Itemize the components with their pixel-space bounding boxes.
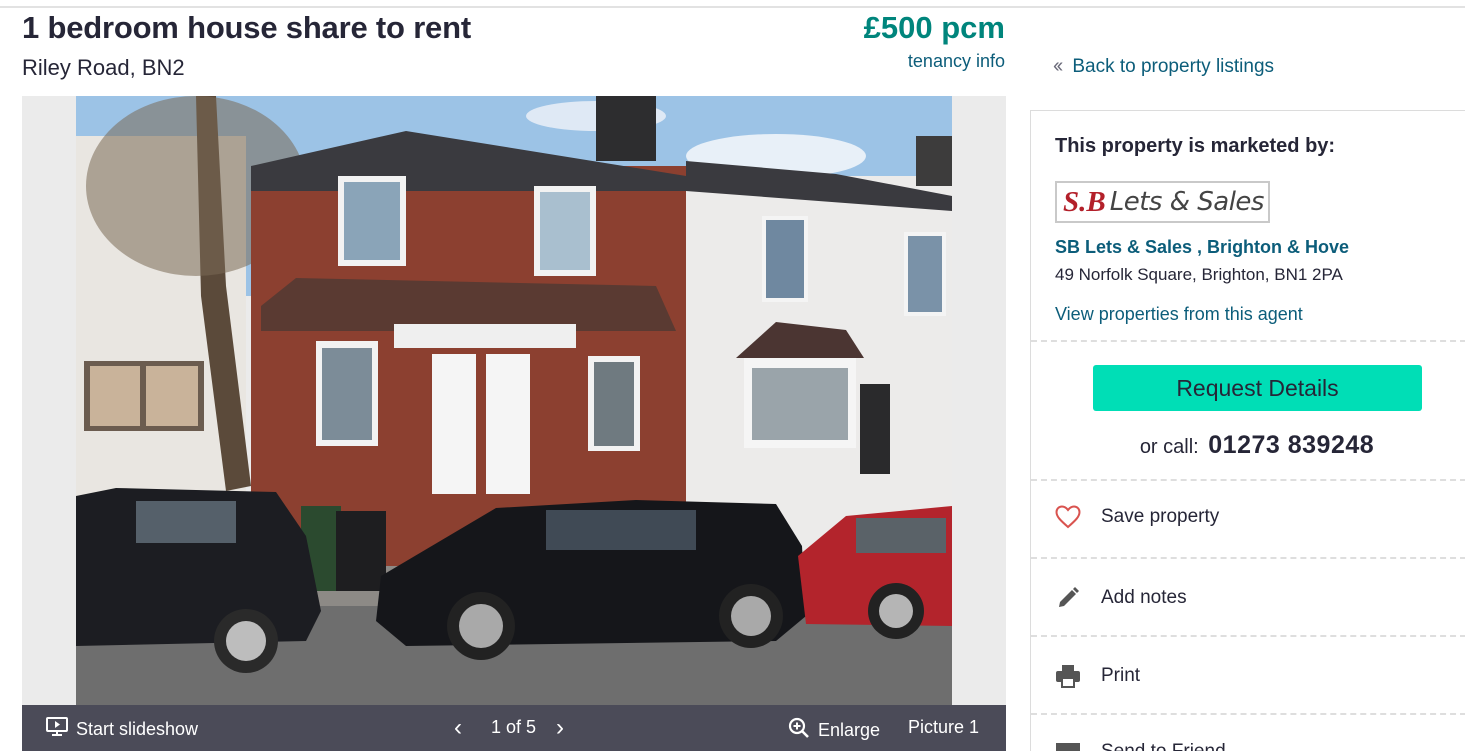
- agent-name-link[interactable]: SB Lets & Sales , Brighton & Hove: [1055, 237, 1349, 258]
- send-to-friend-button[interactable]: Send to Friend: [1055, 739, 1226, 751]
- slideshow-label: Start slideshow: [76, 719, 199, 739]
- call-prefix: or call:: [1139, 436, 1199, 458]
- divider: [1031, 557, 1465, 559]
- chevron-left-icon: ‹: [454, 714, 462, 741]
- enlarge-label: Enlarge: [818, 720, 881, 740]
- previous-photo-button[interactable]: ‹: [454, 714, 462, 742]
- divider: [1031, 713, 1465, 715]
- picture-label: Picture 1: [908, 717, 980, 737]
- send-to-friend-label: Send to Friend: [1101, 741, 1226, 751]
- view-agent-properties-link[interactable]: View properties from this agent: [1055, 304, 1303, 325]
- gallery-toolbar: Start slideshow ‹ 1 of 5 › Enlarge Pictu…: [22, 705, 1006, 751]
- save-property-button[interactable]: Save property: [1055, 504, 1219, 530]
- top-divider: [0, 6, 1465, 8]
- call-agent: or call: 01273 839248: [1031, 431, 1465, 460]
- save-property-label: Save property: [1101, 506, 1220, 527]
- photo-gallery: Start slideshow ‹ 1 of 5 › Enlarge Pictu…: [22, 96, 1006, 751]
- agent-address: 49 Norfolk Square, Brighton, BN1 2PA: [1055, 265, 1343, 284]
- listing-title: 1 bedroom house share to rent: [22, 10, 471, 45]
- enlarge-button[interactable]: Enlarge: [788, 717, 880, 744]
- printer-icon: [1055, 663, 1081, 689]
- double-chevron-left-icon: ‹‹: [1053, 55, 1063, 77]
- slideshow-icon: [46, 717, 68, 742]
- add-notes-label: Add notes: [1101, 587, 1187, 608]
- property-photo[interactable]: [76, 96, 952, 706]
- back-link-label: Back to property listings: [1072, 55, 1275, 77]
- photo-counter: 1 of 5: [491, 717, 537, 737]
- chevron-right-icon: ›: [556, 714, 564, 741]
- print-button[interactable]: Print: [1055, 663, 1140, 689]
- add-notes-button[interactable]: Add notes: [1055, 585, 1187, 611]
- next-photo-button[interactable]: ›: [556, 714, 564, 742]
- listing-price: £500 pcm: [863, 10, 1005, 45]
- heart-icon: [1055, 504, 1081, 530]
- envelope-icon: [1055, 739, 1081, 751]
- print-label: Print: [1101, 665, 1141, 686]
- back-to-listings-link[interactable]: ‹‹ Back to property listings: [1053, 55, 1274, 78]
- pencil-icon: [1055, 585, 1081, 611]
- divider: [1031, 340, 1465, 342]
- listing-address: Riley Road, BN2: [22, 55, 185, 80]
- tenancy-info-link[interactable]: tenancy info: [908, 51, 1005, 72]
- request-details-button[interactable]: Request Details: [1093, 365, 1422, 411]
- phone-number-link[interactable]: 01273 839248: [1208, 431, 1374, 459]
- agent-logo[interactable]: S.B Lets & Sales: [1055, 181, 1270, 223]
- start-slideshow-button[interactable]: Start slideshow: [46, 717, 198, 742]
- divider: [1031, 635, 1465, 637]
- divider: [1031, 479, 1465, 481]
- agent-panel: This property is marketed by: S.B Lets &…: [1030, 110, 1465, 751]
- zoom-icon: [788, 717, 810, 744]
- marketed-by-heading: This property is marketed by:: [1055, 135, 1336, 157]
